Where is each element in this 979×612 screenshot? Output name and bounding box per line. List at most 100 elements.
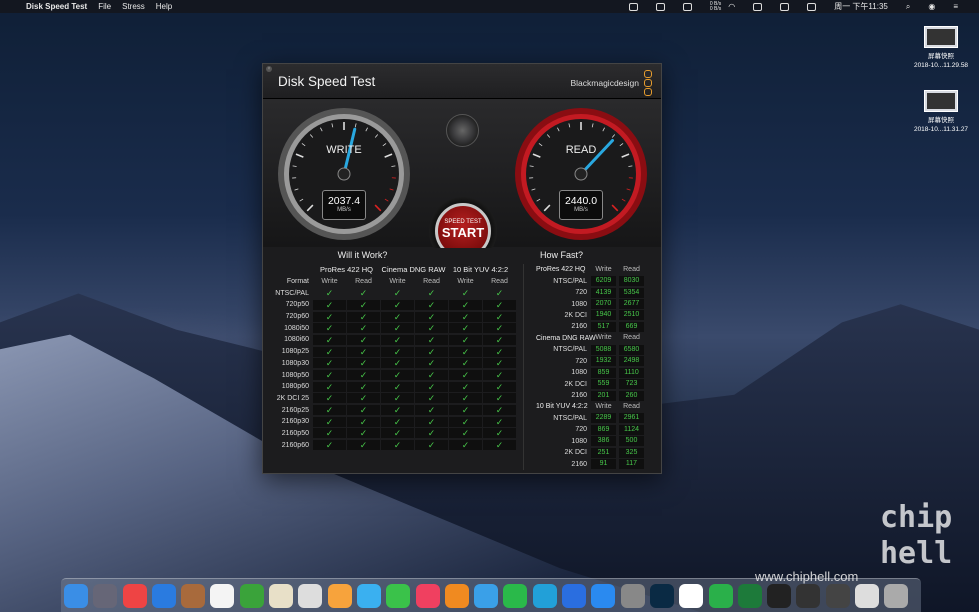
check-icon: ✓ [449, 311, 482, 322]
terminal-icon[interactable] [767, 583, 792, 608]
write-fps: 869 [591, 424, 616, 435]
wifi-icon[interactable]: ◠ [728, 2, 735, 11]
books-icon[interactable] [444, 583, 469, 608]
wechat-icon[interactable] [503, 583, 528, 608]
check-icon: ✓ [359, 288, 368, 299]
read-fps: 260 [619, 390, 644, 401]
trash-icon[interactable] [884, 583, 909, 608]
speed-row: 2K DCI 251 325 [524, 447, 661, 458]
appstore-a-icon[interactable] [151, 583, 176, 608]
excel-icon[interactable] [737, 583, 762, 608]
file-icon[interactable] [855, 583, 880, 608]
menu-stress[interactable]: Stress [122, 2, 145, 11]
search-icon[interactable]: ⌕ [906, 2, 910, 12]
photoshop-icon[interactable] [649, 583, 674, 608]
format-label: 720p50 [285, 301, 309, 309]
read-subheader: Read [623, 402, 640, 410]
codec-name: ProRes 422 HQ [536, 266, 586, 274]
check-icon: ✓ [449, 370, 482, 381]
read-gauge: READ 2440.0 MB/s [513, 106, 649, 242]
read-label: READ [565, 144, 597, 156]
read-fps: 5354 [619, 287, 644, 298]
speed-row: 2K DCI 559 723 [524, 378, 661, 390]
notes-icon[interactable] [181, 583, 206, 608]
menu-app-name[interactable]: Disk Speed Test [26, 2, 87, 11]
chrome-icon[interactable] [122, 583, 147, 608]
siri-icon[interactable]: ◉ [928, 2, 935, 11]
format-label: 2K DCI [564, 311, 587, 319]
speed-row: 720 4139 5354 [524, 287, 661, 298]
check-icon: ✓ [347, 440, 380, 451]
desktop-file-screenshot-2[interactable]: 屏幕快照 2018-10...11.31.27 [901, 90, 979, 134]
brand-name: Blackmagicdesign [570, 78, 639, 88]
check-icon: ✓ [347, 370, 380, 381]
check-icon: ✓ [381, 299, 414, 310]
qq-icon[interactable] [474, 583, 499, 608]
music-icon[interactable] [415, 583, 440, 608]
format-label: 1080p60 [281, 383, 309, 391]
format-label: 720p60 [285, 313, 309, 321]
tencent-icon[interactable] [532, 583, 557, 608]
check-icon: ✓ [415, 370, 448, 381]
launchpad-icon[interactable] [93, 583, 118, 608]
settings-icon[interactable] [446, 114, 479, 147]
file-label: 屏幕快照 [928, 53, 954, 60]
check-icon: ✓ [483, 346, 516, 357]
facetime-icon[interactable] [386, 583, 411, 608]
app-x-icon[interactable] [679, 583, 704, 608]
check-icon: ✓ [449, 323, 482, 334]
check-icon: ✓ [313, 299, 346, 310]
check-icon: ✓ [313, 323, 346, 334]
close-icon[interactable]: × [266, 66, 272, 72]
finder-icon[interactable] [64, 583, 88, 608]
menu-file[interactable]: File [98, 2, 111, 11]
check-icon: ✓ [483, 334, 516, 345]
status-icon[interactable] [628, 2, 638, 11]
speed-row: 2160 201 260 [524, 390, 661, 401]
prefs-icon[interactable] [620, 583, 645, 608]
format-label: 720 [575, 426, 587, 434]
menu-help[interactable]: Help [156, 2, 172, 11]
airplay-icon[interactable] [753, 2, 763, 11]
messages-icon[interactable] [356, 583, 381, 608]
preview-icon[interactable] [298, 583, 323, 608]
codec-name: 10 Bit YUV 4:2:2 [536, 403, 588, 411]
menu-list-icon[interactable]: ≡ [953, 2, 958, 11]
diskspeed-icon[interactable] [825, 583, 850, 608]
status-area: 0 B/s 0 B/s ◠ 周一 下午11:35 ⌕ ◉ ≡ [628, 0, 969, 13]
gauge-hub [574, 167, 588, 181]
will-it-work-table: ProRes 422 HQ Cinema DNG RAW 10 Bit YUV 4:… [263, 264, 523, 451]
format-label: 2160p25 [281, 406, 309, 414]
desktop-file-screenshot-1[interactable]: 屏幕快照 2018-10...11.29.58 [901, 26, 979, 70]
contacts-icon[interactable] [269, 583, 294, 608]
check-icon: ✓ [381, 440, 414, 451]
read-fps: 1110 [619, 367, 644, 378]
compat-row: 720p50 ✓ ✓ ✓ ✓ ✓ ✓ [263, 299, 523, 311]
input-source-icon[interactable] [807, 2, 817, 11]
check-icon: ✓ [483, 311, 516, 322]
unity-icon[interactable] [796, 583, 821, 608]
evernote-icon[interactable] [239, 583, 264, 608]
codec-header: ProRes 422 HQ [320, 265, 373, 275]
read-fps: 500 [619, 436, 644, 447]
clock[interactable]: 周一 下午11:35 [834, 1, 888, 12]
photos-icon[interactable] [327, 583, 352, 608]
check-icon: ✓ [381, 311, 414, 322]
format-label: 1080 [571, 300, 587, 308]
status-icon[interactable] [655, 2, 665, 11]
battery-icon[interactable] [780, 2, 790, 11]
read-fps: 669 [619, 321, 644, 332]
check-icon: ✓ [381, 323, 414, 334]
write-fps: 4139 [591, 287, 616, 298]
check-icon: ✓ [415, 428, 448, 439]
xmind-icon[interactable] [708, 583, 733, 608]
calendar-icon[interactable] [210, 583, 235, 608]
1password-icon[interactable] [562, 583, 587, 608]
format-label: 2160 [571, 460, 587, 468]
check-icon: ✓ [415, 323, 448, 334]
status-icon[interactable] [682, 2, 692, 11]
appstore-icon[interactable] [591, 583, 616, 608]
check-icon: ✓ [415, 334, 448, 345]
check-icon: ✓ [347, 311, 380, 322]
check-icon: ✓ [483, 393, 516, 404]
